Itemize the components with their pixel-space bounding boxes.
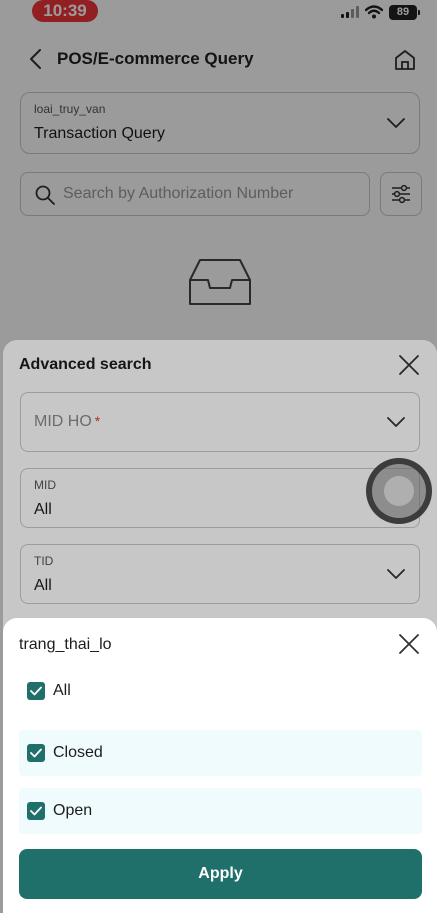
checkbox-checked[interactable] <box>27 744 45 762</box>
check-icon <box>30 748 42 758</box>
option-label: All <box>53 682 71 699</box>
check-icon <box>30 686 42 696</box>
status-filter-sheet: trang_thai_lo All Closed Open Apply <box>3 618 437 913</box>
status-filter-title: trang_thai_lo <box>19 636 112 653</box>
option-closed[interactable]: Closed <box>19 730 422 776</box>
check-icon <box>30 806 42 816</box>
option-all[interactable]: All <box>19 668 422 714</box>
option-label: Open <box>53 802 93 819</box>
option-open[interactable]: Open <box>19 788 422 834</box>
checkbox-checked[interactable] <box>27 682 45 700</box>
checkbox-checked[interactable] <box>27 802 45 820</box>
apply-button[interactable]: Apply <box>19 849 422 899</box>
close-icon[interactable] <box>398 633 420 655</box>
option-label: Closed <box>53 744 103 761</box>
